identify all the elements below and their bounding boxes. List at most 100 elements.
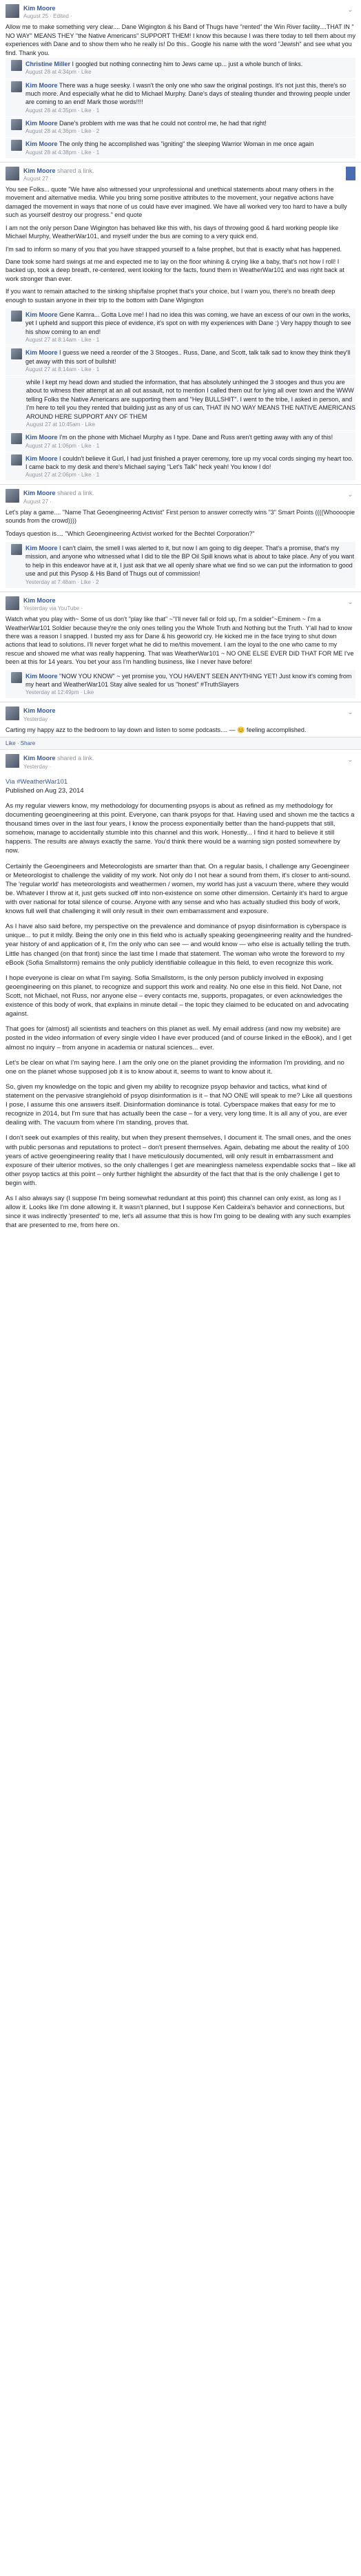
comment-text: while I kept my head down and studied th…: [26, 379, 355, 420]
post-2: Kim Moore shared a link. August 27 · You…: [0, 163, 361, 485]
post-3: Kim Moore shared a link. August 27 · ⌄ L…: [0, 485, 361, 592]
separator: ·: [15, 740, 21, 747]
post-meta: Yesterday via YouTube ·: [23, 605, 83, 612]
avatar[interactable]: [6, 489, 19, 503]
bookmark-icon[interactable]: [346, 166, 355, 180]
comment-text: I can't claim, the smell I was alerted t…: [25, 545, 355, 578]
avatar[interactable]: [11, 544, 22, 556]
avatar[interactable]: [6, 596, 19, 610]
author-name[interactable]: Kim Moore: [23, 755, 56, 762]
shared-link-text: shared a link.: [57, 755, 94, 762]
chevron-down-icon[interactable]: ⌄: [347, 6, 353, 14]
author-name[interactable]: Kim Moore: [23, 167, 56, 174]
chevron-down-icon[interactable]: ⌄: [347, 708, 353, 716]
avatar[interactable]: [11, 310, 22, 322]
comment: Kim Moore Dane's problem with me was tha…: [6, 116, 355, 138]
comment: Kim Moore Gene Kamra... Gotta Love me! I…: [6, 308, 355, 346]
share-button[interactable]: Share: [21, 740, 35, 746]
comment-author[interactable]: Kim Moore: [25, 140, 58, 147]
paragraph: Todays question is.... "Which Geoenginee…: [6, 530, 255, 537]
avatar[interactable]: [6, 166, 19, 180]
post-header: Kim Moore Yesterday · ⌄: [6, 706, 355, 722]
paragraph: Certainly the Geoengineers and Meteorolo…: [6, 862, 351, 916]
post-meta: Yesterday ·: [23, 715, 52, 722]
avatar[interactable]: [11, 140, 22, 151]
comment: Kim Moore I'm on the phone with Michael …: [6, 431, 355, 452]
like-button[interactable]: Like: [6, 740, 16, 746]
post-body: Allow me to make something very clear...…: [6, 23, 355, 56]
comment-meta: August 28 at 4:35pm · Like · 1: [25, 107, 100, 114]
comment-author[interactable]: Kim Moore: [25, 434, 58, 441]
comment-meta: August 28 at 4:36pm · Like · 2: [25, 128, 100, 135]
comment-author[interactable]: Christine Miller: [25, 61, 70, 67]
comment: Kim Moore I guess we need a reorder of t…: [6, 346, 355, 376]
shared-link-text: shared a link.: [57, 490, 94, 497]
comment-text: The only thing he accomplished was "igni…: [59, 140, 314, 148]
paragraph: I hope everyone is clear on what I'm say…: [6, 974, 349, 1018]
comment-author[interactable]: Kim Moore: [25, 545, 58, 552]
comment-text: I'm on the phone with Michael Murphy as …: [59, 434, 333, 441]
paragraph: Let's play a game.... "Name That Geoengi…: [6, 508, 355, 525]
comment-text: I guess we need a reorder of the 3 Stoog…: [25, 349, 351, 365]
author-name[interactable]: Kim Moore: [23, 597, 56, 604]
comment-author[interactable]: Kim Moore: [25, 311, 58, 318]
comment: Christine Miller I googled but nothing c…: [6, 58, 355, 78]
avatar[interactable]: [6, 754, 19, 768]
paragraph: I'm sad to inform so many of you that yo…: [6, 245, 342, 253]
avatar[interactable]: [11, 671, 22, 683]
post-meta: August 27 ·: [23, 176, 52, 182]
post-actions: Like · Share: [0, 737, 361, 751]
post-header: Kim Moore shared a link. Yesterday · ⌄: [6, 754, 355, 770]
comment-text: There was a huge seesky. I wasn't the on…: [25, 81, 351, 106]
post-body: Let's play a game.... "Name That Geoengi…: [6, 508, 355, 538]
post-meta: August 27 ·: [23, 498, 52, 505]
post-body: You see Folks... quote "We have also wit…: [6, 185, 355, 304]
avatar[interactable]: [6, 4, 19, 18]
comment-meta: August 27 at 1:06pm · Like · 1: [25, 442, 100, 449]
author-name[interactable]: Kim Moore: [23, 490, 56, 496]
comment: Kim Moore The only thing he accomplished…: [6, 138, 355, 158]
comment-text: Gene Kamra... Gotta Love me! I had no id…: [25, 311, 351, 335]
avatar[interactable]: [11, 454, 22, 465]
paragraph: So, given my knowledge on the topic and …: [6, 1082, 353, 1127]
paragraph: I don't seek out examples of this realit…: [6, 1134, 355, 1187]
comment-text: I couldn't believe it Gurl, I had just f…: [25, 454, 353, 470]
avatar[interactable]: [11, 348, 22, 360]
comment: Kim Moore "NOW YOU KNOW" ~ yet promise y…: [6, 669, 355, 699]
paragraph: Let's be clear on what I'm saying here. …: [6, 1058, 344, 1076]
chevron-down-icon[interactable]: ⌄: [347, 490, 353, 499]
chevron-down-icon[interactable]: ⌄: [347, 755, 353, 764]
chevron-down-icon[interactable]: ⌄: [347, 598, 353, 606]
paragraph: Dane took some hard swings at me and exp…: [6, 258, 344, 282]
paragraph: That goes for (almost) all scientists an…: [6, 1025, 352, 1051]
author-name[interactable]: Kim Moore: [23, 5, 56, 12]
comment-meta: August 27 at 8:14am · Like · 1: [25, 366, 100, 373]
paragraph: If you want to remain attached to the si…: [6, 288, 336, 304]
comment-author[interactable]: Kim Moore: [25, 82, 58, 89]
comment-author[interactable]: Kim Moore: [25, 349, 58, 356]
comment: Kim Moore I couldn't believe it Gurl, I …: [6, 452, 355, 481]
comment-meta: August 28 at 4:34pm · Like: [25, 69, 92, 76]
comment-author[interactable]: Kim Moore: [25, 120, 58, 127]
avatar[interactable]: [11, 118, 22, 130]
comment-meta: August 27 at 2:06pm · Like · 1: [25, 472, 100, 479]
avatar[interactable]: [11, 433, 22, 445]
comment: Kim Moore I can't claim, the smell I was…: [6, 542, 355, 588]
post-body: Watch what you play with~ Some of us don…: [6, 616, 354, 666]
comment-text: I googled but nothing connecting him to …: [72, 61, 303, 68]
post-body: Via #WeatherWar101 Published on Aug 23, …: [6, 777, 355, 1231]
post-5: Kim Moore Yesterday · ⌄ Carting my happy…: [0, 702, 361, 738]
avatar[interactable]: [11, 60, 22, 72]
paragraph: As I also always say (I suppose I'm bein…: [6, 1195, 351, 1230]
post-header: Kim Moore August 25 · Edited · ⌄: [6, 4, 355, 20]
author-name[interactable]: Kim Moore: [23, 707, 56, 714]
comment-meta: Yesterday at 12:49pm · Like: [25, 689, 94, 696]
hashtag-link[interactable]: Via #WeatherWar101: [6, 778, 68, 786]
comment-author[interactable]: Kim Moore: [25, 455, 58, 462]
avatar[interactable]: [6, 706, 19, 721]
avatar[interactable]: [11, 81, 22, 92]
comment-author[interactable]: Kim Moore: [25, 673, 58, 680]
post-6: Kim Moore shared a link. Yesterday · ⌄ V…: [0, 750, 361, 1239]
post-header: Kim Moore shared a link. August 27 ·: [6, 166, 355, 182]
paragraph: As I have also said before, my perspecti…: [6, 923, 353, 967]
